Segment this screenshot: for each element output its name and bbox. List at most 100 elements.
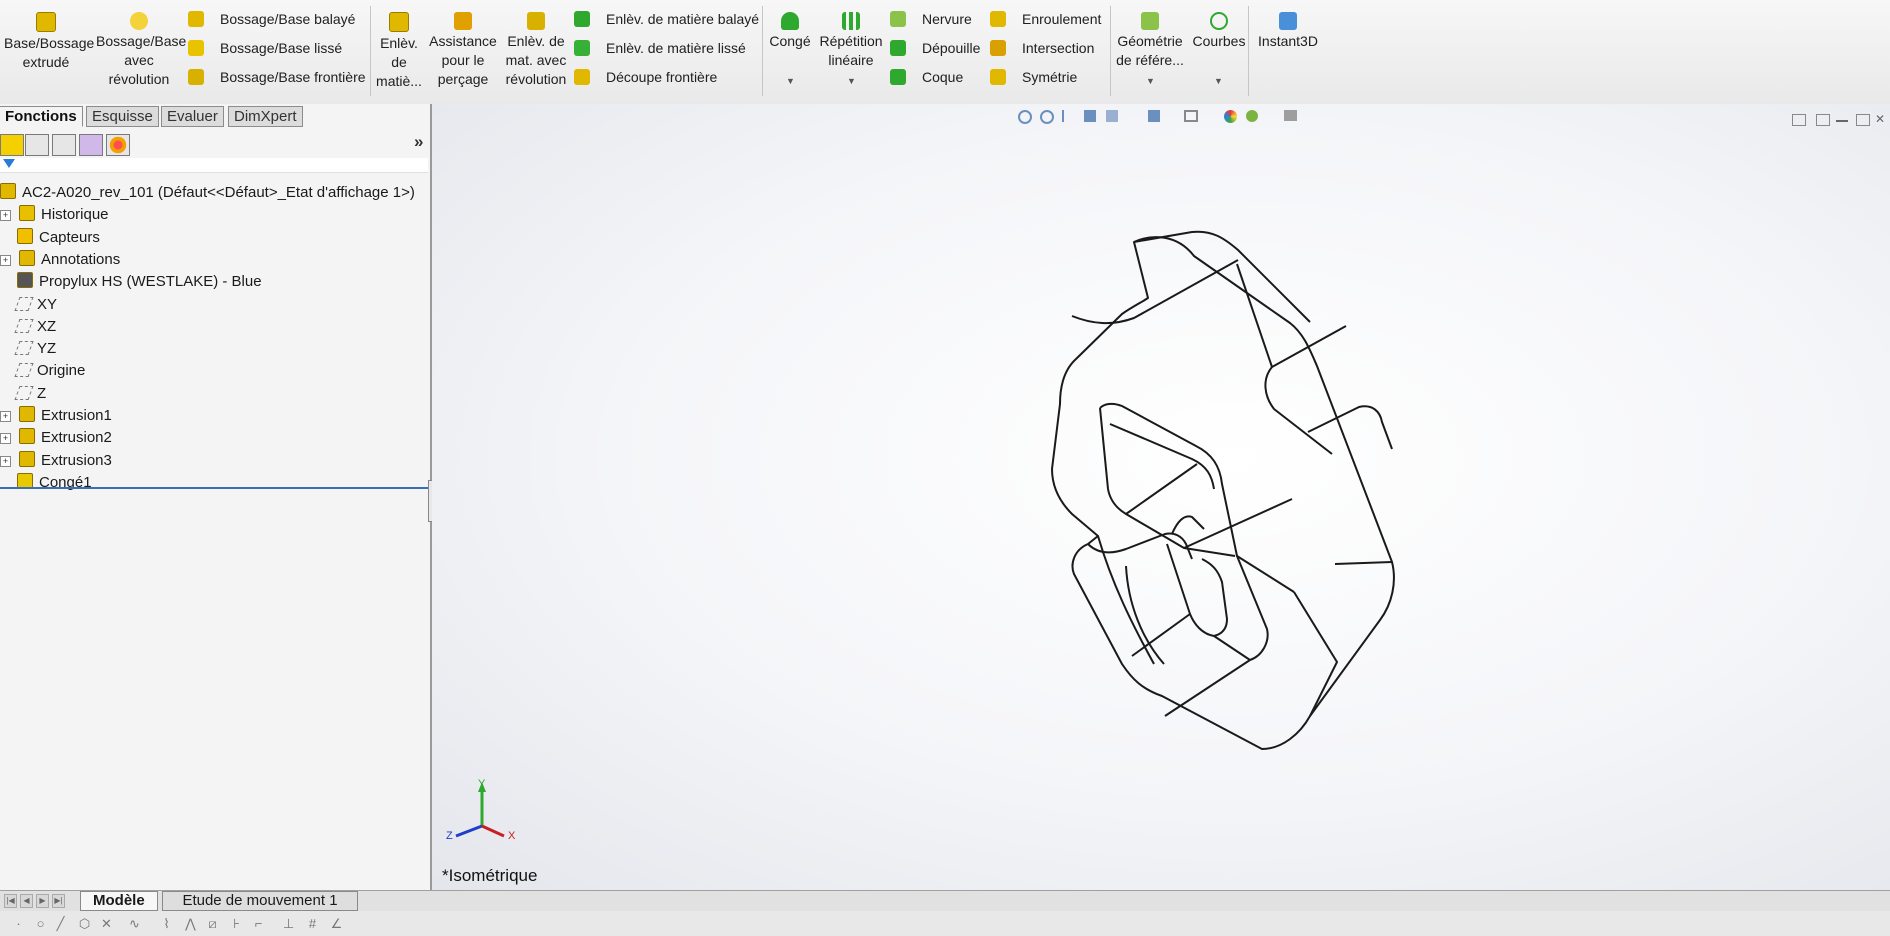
point-icon[interactable]: · — [12, 917, 25, 930]
tab-motion-study[interactable]: Etude de mouvement 1 — [162, 891, 358, 911]
tree-item[interactable]: Z — [0, 383, 46, 405]
tree-item[interactable]: + Historique — [0, 204, 109, 226]
extruded-boss-icon — [36, 12, 56, 32]
filter-bar[interactable] — [0, 158, 428, 173]
expand-panel-button[interactable]: » — [414, 132, 423, 152]
close-window-icon[interactable]: ✕ — [1874, 113, 1886, 125]
curves-chevron-icon[interactable]: ▼ — [1214, 76, 1223, 86]
boundary-cut-item[interactable]: Découpe frontière — [574, 65, 717, 89]
property-manager-icon[interactable] — [25, 134, 49, 156]
hole-wizard-button[interactable]: Assistance pour le perçage — [428, 10, 498, 89]
tree-item[interactable]: Origine — [0, 360, 85, 382]
view-orientation-icon[interactable] — [1148, 110, 1160, 122]
line-icon[interactable]: ╱ — [54, 917, 67, 930]
tab-evaluer[interactable]: Evaluer — [161, 106, 224, 127]
pattern-dropdown-chevron-icon[interactable]: ▼ — [847, 76, 856, 86]
extruded-boss-button[interactable]: Base/Bossage extrudé — [4, 10, 94, 72]
tab-dimxpert[interactable]: DimXpert — [228, 106, 303, 127]
next-tab-icon[interactable]: ▶ — [36, 894, 49, 908]
tree-item[interactable]: + Extrusion1 — [0, 405, 112, 427]
draft-label: Dépouille — [922, 40, 981, 56]
view-settings-icon[interactable] — [1284, 110, 1297, 121]
display-manager-icon[interactable] — [106, 134, 130, 156]
zoom-to-fit-icon[interactable] — [1018, 110, 1032, 124]
minimize-window-icon[interactable] — [1836, 114, 1848, 122]
expand-toggle-icon[interactable]: + — [0, 411, 11, 422]
angle-icon[interactable]: ∠ — [330, 917, 343, 930]
mirror-entities-icon[interactable]: ⋀ — [184, 917, 197, 930]
tree-item[interactable]: Congé1 — [0, 472, 92, 494]
boundary-boss-item[interactable]: Bossage/Base frontière — [188, 65, 366, 89]
reference-geometry-chevron-icon[interactable]: ▼ — [1146, 76, 1155, 86]
first-tab-icon[interactable]: |◀ — [4, 894, 17, 908]
mirror-item[interactable]: Symétrie — [990, 65, 1077, 89]
tree-item[interactable]: YZ — [0, 338, 56, 360]
expand-toggle-icon[interactable]: + — [0, 433, 11, 445]
tree-item-label: AC2-A020_rev_101 (Défaut<<Défaut>_Etat d… — [22, 184, 415, 201]
tree-item-label: Origine — [37, 362, 86, 380]
trim-icon[interactable]: ✕ — [100, 917, 113, 930]
fillet-dropdown-chevron-icon[interactable]: ▼ — [786, 76, 795, 86]
dynamic-annotation-icon[interactable] — [1106, 110, 1118, 122]
configuration-manager-icon[interactable] — [52, 134, 76, 156]
expand-toggle-icon[interactable]: + — [0, 210, 11, 222]
restore-window-icon[interactable] — [1856, 114, 1870, 126]
dimension-icon[interactable]: ⊦ — [230, 917, 243, 930]
polygon-icon[interactable]: ⬡ — [78, 917, 91, 930]
boundary-cut-icon — [574, 69, 590, 85]
tile-horizontal-icon[interactable] — [1816, 114, 1830, 126]
rollback-bar[interactable] — [0, 487, 428, 489]
tree-item[interactable]: + Annotations — [0, 249, 120, 271]
boundary-boss-icon — [188, 69, 204, 85]
dimxpert-manager-icon[interactable] — [79, 134, 103, 156]
previous-view-icon[interactable] — [1062, 110, 1074, 122]
linear-pattern-button[interactable]: Répétition linéaire — [816, 10, 886, 70]
expand-toggle-icon[interactable]: + — [0, 455, 11, 467]
draft-item[interactable]: Dépouille — [890, 36, 980, 60]
scene-icon[interactable] — [1246, 110, 1258, 122]
intersect-item[interactable]: Intersection — [990, 36, 1094, 60]
grid-icon[interactable]: # — [306, 917, 319, 930]
lofted-boss-item[interactable]: Bossage/Base lissé — [188, 36, 342, 60]
tree-item[interactable]: Propylux HS (WESTLAKE) - Blue — [0, 271, 262, 293]
smart-dimension-icon[interactable]: ⊥ — [282, 917, 295, 930]
lofted-cut-item[interactable]: Enlèv. de matière lissé — [574, 36, 746, 60]
swept-cut-item[interactable]: Enlèv. de matière balayé — [574, 7, 759, 31]
last-tab-icon[interactable]: ▶| — [52, 894, 65, 908]
tree-item[interactable]: XZ — [0, 316, 56, 338]
fillet-button[interactable]: Congé — [766, 10, 814, 51]
shell-item[interactable]: Coque — [890, 65, 963, 89]
tab-esquisse[interactable]: Esquisse — [86, 106, 159, 127]
spline-icon[interactable]: ∿ — [128, 917, 141, 930]
tree-item[interactable]: + Extrusion3 — [0, 450, 112, 472]
tree-item[interactable]: Capteurs — [0, 227, 100, 249]
display-style-icon[interactable] — [1184, 110, 1198, 122]
feature-manager-icon[interactable] — [0, 134, 24, 156]
offset-icon[interactable]: ⌇ — [160, 917, 173, 930]
extruded-cut-button[interactable]: Enlèv. de matiè... — [374, 10, 424, 91]
tile-vertical-icon[interactable] — [1792, 114, 1806, 126]
tree-root-part[interactable]: AC2-A020_rev_101 (Défaut<<Défaut>_Etat d… — [0, 182, 415, 204]
tab-modele[interactable]: Modèle — [80, 891, 158, 911]
tree-item[interactable]: + Extrusion2 — [0, 427, 112, 449]
zoom-to-area-icon[interactable] — [1040, 110, 1054, 124]
circle-icon[interactable]: ○ — [34, 917, 47, 930]
graphics-area[interactable]: Y Z X — [432, 104, 1890, 890]
revolved-cut-button[interactable]: Enlèv. de mat. avec révolution — [502, 10, 570, 89]
wrap-item[interactable]: Enroulement — [990, 7, 1101, 31]
curves-button[interactable]: Courbes — [1188, 10, 1250, 51]
tab-fonctions[interactable]: Fonctions — [0, 106, 83, 127]
tree-item[interactable]: XY — [0, 294, 57, 316]
expand-toggle-icon[interactable]: + — [0, 254, 11, 266]
rib-item[interactable]: Nervure — [890, 7, 972, 31]
revolved-boss-button[interactable]: Bossage/Base avec révolution — [96, 10, 186, 89]
section-view-icon[interactable] — [1084, 110, 1096, 122]
reference-geometry-button[interactable]: Géométrie de référe... — [1114, 10, 1186, 70]
prev-tab-icon[interactable]: ◀ — [20, 894, 33, 908]
appearance-icon[interactable] — [1224, 110, 1237, 123]
model-viewport[interactable] — [432, 104, 1890, 890]
instant3d-button[interactable]: Instant3D — [1254, 10, 1322, 51]
rectangle-icon[interactable]: ⌐ — [252, 917, 265, 930]
swept-boss-item[interactable]: Bossage/Base balayé — [188, 7, 355, 31]
convert-entities-icon[interactable]: ⧄ — [206, 917, 219, 930]
